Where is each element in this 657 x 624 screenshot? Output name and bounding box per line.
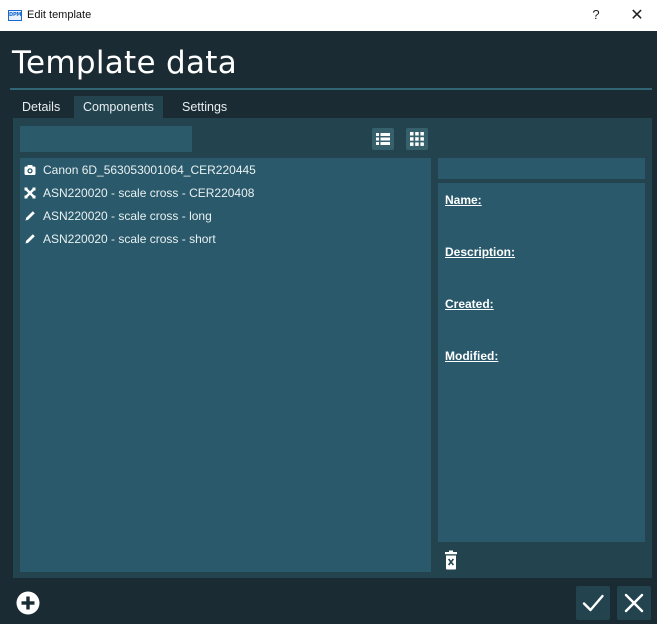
tab-settings[interactable]: Settings bbox=[173, 96, 236, 118]
component-list: Canon 6D_563053001064_CER220445 ASN22002… bbox=[20, 158, 431, 572]
created-label: Created: bbox=[445, 297, 494, 311]
window-close-button[interactable]: ✕ bbox=[624, 4, 650, 26]
list-item-label: ASN220020 - scale cross - CER220408 bbox=[43, 186, 255, 200]
cancel-button[interactable] bbox=[617, 586, 651, 620]
title-divider bbox=[10, 88, 652, 90]
list-item[interactable]: ASN220020 - scale cross - CER220408 bbox=[20, 182, 431, 204]
grid-view-icon bbox=[410, 132, 424, 146]
window-title: Edit template bbox=[27, 9, 92, 21]
search-input[interactable] bbox=[20, 126, 192, 152]
scale-cross-icon bbox=[24, 187, 36, 199]
delete-button[interactable] bbox=[441, 550, 461, 572]
list-view-button[interactable] bbox=[372, 128, 394, 150]
grid-view-button[interactable] bbox=[406, 128, 428, 150]
list-item[interactable]: ASN220020 - scale cross - long bbox=[20, 205, 431, 227]
header: Template data bbox=[0, 31, 657, 95]
app-logo-icon: DPM bbox=[8, 10, 22, 21]
tab-components[interactable]: Components bbox=[74, 96, 163, 118]
description-label: Description: bbox=[445, 245, 516, 259]
name-label: Name: bbox=[445, 193, 482, 207]
list-item[interactable]: Canon 6D_563053001064_CER220445 bbox=[20, 159, 431, 181]
add-component-button[interactable] bbox=[16, 591, 40, 615]
help-button[interactable]: ? bbox=[584, 4, 608, 26]
trash-icon bbox=[445, 550, 457, 570]
confirm-button[interactable] bbox=[576, 586, 610, 620]
modified-label: Modified: bbox=[445, 349, 499, 363]
close-icon bbox=[624, 593, 644, 613]
list-view-icon bbox=[376, 133, 390, 145]
list-item-label: ASN220020 - scale cross - short bbox=[43, 232, 216, 246]
checkmark-icon bbox=[582, 594, 604, 612]
list-item-label: ASN220020 - scale cross - long bbox=[43, 209, 212, 223]
plus-circle-icon bbox=[16, 591, 40, 615]
window-titlebar: DPM Edit template ? ✕ bbox=[0, 0, 657, 31]
detail-header-field bbox=[438, 158, 645, 179]
pencil-icon bbox=[25, 234, 35, 244]
page-title: Template data bbox=[12, 45, 238, 81]
camera-icon bbox=[24, 165, 36, 175]
list-item[interactable]: ASN220020 - scale cross - short bbox=[20, 228, 431, 250]
pencil-icon bbox=[25, 211, 35, 221]
list-item-label: Canon 6D_563053001064_CER220445 bbox=[43, 163, 256, 177]
tab-details[interactable]: Details bbox=[13, 96, 69, 118]
component-details: Name: Description: Created: Modified: bbox=[438, 183, 645, 542]
